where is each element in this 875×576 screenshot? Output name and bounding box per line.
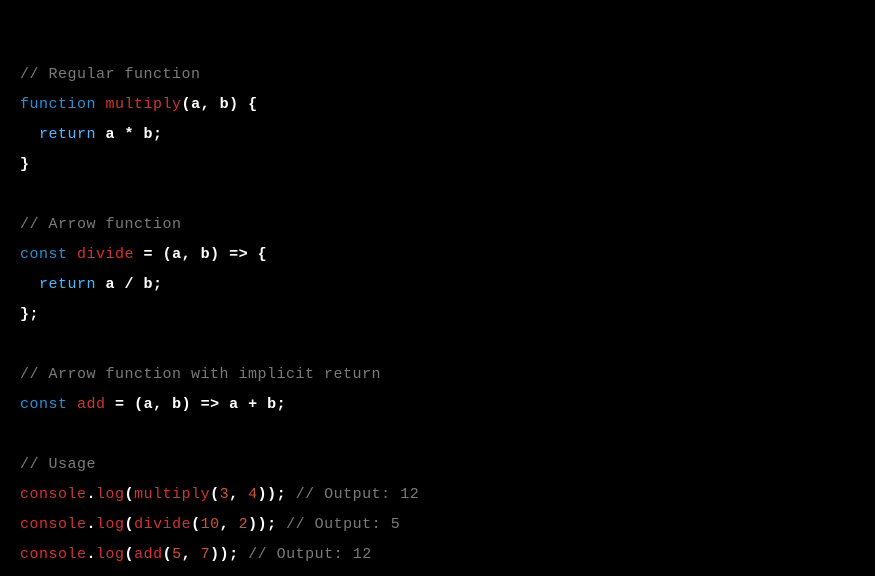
return-expr: a / b; — [96, 276, 163, 293]
paren-open: ( — [191, 516, 201, 533]
comment-arrow-function: // Arrow function — [20, 216, 182, 233]
paren-open: ( — [163, 246, 173, 263]
call-divide: divide — [134, 516, 191, 533]
space — [68, 246, 78, 263]
log-method: log — [96, 546, 125, 563]
call-add: add — [134, 546, 163, 563]
log-method: log — [96, 516, 125, 533]
return-expr: a * b; — [96, 126, 163, 143]
dot: . — [87, 486, 97, 503]
number-3: 3 — [220, 486, 230, 503]
dot: . — [87, 516, 97, 533]
paren-close: ) — [182, 396, 192, 413]
paren-close: ) — [210, 246, 220, 263]
output-comment-12: // Output: 12 — [286, 486, 419, 503]
number-5: 5 — [172, 546, 182, 563]
paren-open: ( — [125, 546, 135, 563]
keyword-return: return — [39, 276, 96, 293]
equals: = — [106, 396, 135, 413]
keyword-const: const — [20, 246, 68, 263]
brace-close: } — [20, 156, 30, 173]
number-2: 2 — [239, 516, 249, 533]
brace-open: { — [239, 96, 258, 113]
output-comment-12b: // Output: 12 — [239, 546, 372, 563]
arrow-expr: => a + b; — [191, 396, 286, 413]
function-name-divide: divide — [77, 246, 134, 263]
log-method: log — [96, 486, 125, 503]
paren-open: ( — [182, 96, 192, 113]
paren-close-semi: ); — [220, 546, 239, 563]
paren-close-semi: ); — [258, 516, 277, 533]
paren-open: ( — [210, 486, 220, 503]
paren-close: ) — [210, 546, 220, 563]
paren-open: ( — [163, 546, 173, 563]
paren-close: ) — [258, 486, 268, 503]
indent — [20, 276, 39, 293]
keyword-return: return — [39, 126, 96, 143]
params: a, b — [191, 96, 229, 113]
code-snippet: // Regular function function multiply(a,… — [20, 30, 855, 570]
comma: , — [229, 486, 248, 503]
paren-close: ) — [229, 96, 239, 113]
console-obj: console — [20, 486, 87, 503]
console-obj: console — [20, 546, 87, 563]
comment-regular-function: // Regular function — [20, 66, 201, 83]
keyword-const: const — [20, 396, 68, 413]
number-10: 10 — [201, 516, 220, 533]
dot: . — [87, 546, 97, 563]
space — [68, 396, 78, 413]
indent — [20, 126, 39, 143]
comment-implicit-return: // Arrow function with implicit return — [20, 366, 381, 383]
comma: , — [220, 516, 239, 533]
params: a, b — [172, 246, 210, 263]
console-obj: console — [20, 516, 87, 533]
number-7: 7 — [201, 546, 211, 563]
output-comment-5: // Output: 5 — [277, 516, 401, 533]
params: a, b — [144, 396, 182, 413]
call-multiply: multiply — [134, 486, 210, 503]
paren-open: ( — [125, 516, 135, 533]
function-name-add: add — [77, 396, 106, 413]
function-name-multiply: multiply — [106, 96, 182, 113]
number-4: 4 — [248, 486, 258, 503]
paren-close-semi: ); — [267, 486, 286, 503]
paren-open: ( — [125, 486, 135, 503]
comment-usage: // Usage — [20, 456, 96, 473]
paren-close: ) — [248, 516, 258, 533]
arrow-brace: => { — [220, 246, 268, 263]
paren-open: ( — [134, 396, 144, 413]
equals: = — [134, 246, 163, 263]
comma: , — [182, 546, 201, 563]
space — [96, 96, 106, 113]
brace-close-semi: }; — [20, 306, 39, 323]
keyword-function: function — [20, 96, 96, 113]
